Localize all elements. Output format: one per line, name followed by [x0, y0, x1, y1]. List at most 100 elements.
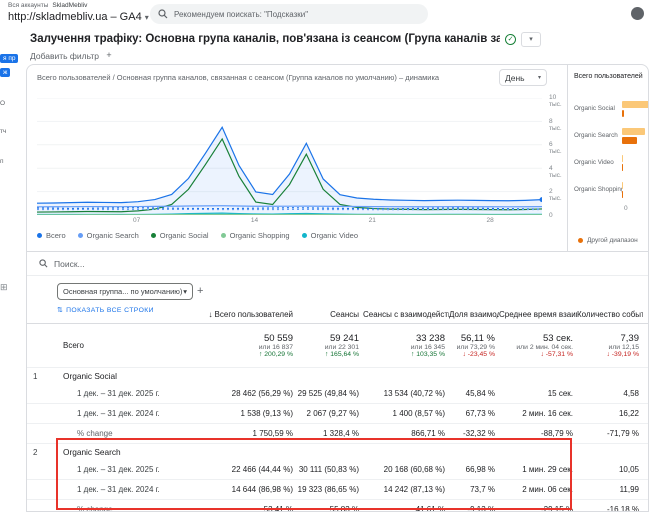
metric-cell: 10,05 [577, 465, 643, 474]
row-label: % change [63, 429, 209, 438]
metric-cell: 2 мин. 16 сек. [499, 409, 577, 418]
legend-item[interactable]: Organic Shopping [221, 231, 290, 240]
expand-rows-icon: ⇅ [57, 306, 63, 314]
metric-cell: 19 323 (86,65 %) [297, 485, 363, 494]
legend-item[interactable]: Organic Video [302, 231, 358, 240]
bar[interactable] [622, 110, 624, 117]
column-header[interactable]: Среднее время взаимодействия на сеанс [499, 310, 577, 320]
table-row[interactable]: % change1 750,59 %1 328,4 %866,71 %-32,3… [27, 424, 649, 444]
report-card: Всего пользователей / Основная группа ка… [26, 64, 649, 512]
sidebar-item[interactable]: тч [0, 128, 6, 135]
line-chart-svg [37, 98, 542, 215]
bar[interactable] [622, 164, 623, 171]
table-row[interactable]: 1 дек. – 31 дек. 2025 г.28 462 (56,29 %)… [27, 384, 649, 404]
column-header[interactable]: Количество событий за сеанс [577, 310, 643, 320]
bar[interactable] [622, 191, 623, 198]
column-header[interactable]: Сеансы с взаимодействием [363, 310, 449, 320]
totals-label: Всего [63, 341, 209, 350]
totals-secondary: или 2 мин. 04 сек. [499, 344, 573, 351]
search-placeholder: Рекомендуем поискать: "Подсказки" [174, 10, 308, 19]
granularity-select[interactable]: День ▾ [499, 69, 547, 86]
legend-label: Organic Social [160, 231, 209, 240]
bar[interactable] [622, 182, 623, 189]
table-body: Всего50 559или 16 837↑ 200,29 %59 241или… [27, 324, 649, 512]
table-search[interactable]: Поиск... [27, 252, 649, 276]
column-header[interactable]: Доля взаимод. [449, 310, 499, 320]
dimension-select[interactable]: Основная группа... по умолчанию) ▾ [57, 283, 193, 300]
chevron-down-icon: ▾ [145, 13, 149, 22]
column-header-label: Количество событий за сеанс [577, 310, 643, 319]
totals-metric-cell: 56,11 %или 73,29 %↓ -23,45 % [449, 333, 499, 358]
metric-cell: 2 067 (9,27 %) [297, 409, 363, 418]
row-label: 1 дек. – 31 дек. 2024 г. [63, 409, 209, 418]
breadcrumb-all-accounts[interactable]: Вся аккаунты [8, 2, 48, 9]
metric-cell: 1 мин. 29 сек. [499, 465, 577, 474]
bar-pair [622, 155, 649, 171]
property-title: http://skladmebliv.ua – GA4 [8, 11, 142, 23]
totals-secondary: или 73,29 % [449, 344, 495, 351]
legend-item[interactable]: Всего [37, 231, 66, 240]
table-row[interactable]: % change53,41 %55,83 %41,61 %-9,13 %-29,… [27, 500, 649, 512]
bar-row: Organic Video [574, 149, 649, 176]
totals-delta: ↓ -39,19 % [577, 351, 639, 358]
column-header[interactable]: Сеансы [297, 310, 363, 320]
page-title: Залучення трафіку: Основна група каналів… [30, 33, 500, 45]
legend-item[interactable]: Organic Search [78, 231, 139, 240]
sidebar-item[interactable]: п [0, 158, 4, 165]
sort-desc-icon: ↓ [209, 310, 213, 320]
metric-cell: 73,7 % [449, 485, 499, 494]
add-dimension-button[interactable]: + [197, 285, 203, 297]
sidebar-item[interactable]: О [0, 100, 5, 107]
totals-metric-cell: 7,39или 12,15↓ -39,19 % [577, 333, 643, 358]
legend-item[interactable]: Organic Social [151, 231, 209, 240]
plus-icon: + [104, 51, 114, 61]
report-options-button[interactable]: ▾ [521, 32, 541, 47]
bar[interactable] [622, 155, 623, 162]
bar-row: Organic Shopping [574, 176, 649, 203]
global-search[interactable]: Рекомендуем поискать: "Подсказки" [150, 4, 428, 24]
bar[interactable] [622, 128, 645, 135]
totals-metric-cell: 33 238или 16 345↑ 103,35 % [363, 333, 449, 358]
totals-metric-cell: 59 241или 22 301↑ 165,64 % [297, 333, 363, 358]
table-header-row: Основная группа... по умолчанию) ▾ + ⇅ П… [27, 276, 649, 324]
column-header-label: Сеансы с взаимодействием [363, 310, 449, 319]
metric-cell: 30 111 (50,83 %) [297, 465, 363, 474]
dimension-select-value: Основная группа... по умолчанию) [63, 287, 182, 296]
top-header: Вся аккаунты SkladMebliv http://skladmebl… [0, 0, 651, 28]
bar-row: Organic Search [574, 122, 649, 149]
table-search-placeholder: Поиск... [54, 259, 85, 269]
sidebar-item[interactable]: ⊞ [0, 282, 8, 293]
granularity-value: День [505, 73, 525, 83]
totals-delta: ↑ 200,29 % [209, 351, 293, 358]
bar-axis-zero: 0 [624, 205, 628, 212]
table-row[interactable]: 1 дек. – 31 дек. 2024 г.1 538 (9,13 %)2 … [27, 404, 649, 424]
report-table-section: Поиск... Основная группа... по умолчанию… [27, 251, 649, 511]
property-selector[interactable]: http://skladmebliv.ua – GA4▾ [8, 11, 149, 23]
column-header[interactable]: ↓Всего пользователей [209, 310, 297, 320]
line-chart-plot[interactable] [37, 98, 542, 215]
breadcrumb-account[interactable]: SkladMebliv [52, 2, 87, 9]
totals-value: 53 сек. [499, 333, 573, 344]
show-all-rows-button[interactable]: ⇅ ПОКАЗАТЬ ВСЕ СТРОКИ [57, 306, 154, 314]
add-filter-button[interactable]: Добавить фильтр + [30, 49, 114, 63]
metric-cell: 15 сек. [499, 389, 577, 398]
avatar[interactable] [631, 7, 644, 20]
table-row[interactable]: 1 дек. – 31 дек. 2024 г.14 644 (86,98 %)… [27, 480, 649, 500]
legend-dot-icon [221, 233, 226, 238]
metric-cell: -32,32 % [449, 429, 499, 438]
sidebar-item[interactable]: ж [0, 68, 10, 77]
table-group-header[interactable]: 1Organic Social [27, 368, 649, 384]
breadcrumb[interactable]: Вся аккаунты SkladMebliv [8, 2, 87, 9]
chevron-down-icon: ▾ [538, 74, 541, 81]
table-row[interactable]: 1 дек. – 31 дек. 2025 г.22 466 (44,44 %)… [27, 460, 649, 480]
metric-cell: 13 534 (40,72 %) [363, 389, 449, 398]
sidebar-item[interactable]: я пр [0, 54, 18, 63]
table-group-header[interactable]: 2Organic Search [27, 444, 649, 460]
bar[interactable] [622, 101, 649, 108]
y-tick-label: 10 тыс. [549, 94, 567, 108]
totals-delta: ↓ -23,45 % [449, 351, 495, 358]
report-title-row: Залучення трафіку: Основна група каналів… [30, 30, 630, 48]
metric-cell: -71,79 % [577, 429, 643, 438]
totals-value: 7,39 [577, 333, 639, 344]
bar[interactable] [622, 137, 637, 144]
